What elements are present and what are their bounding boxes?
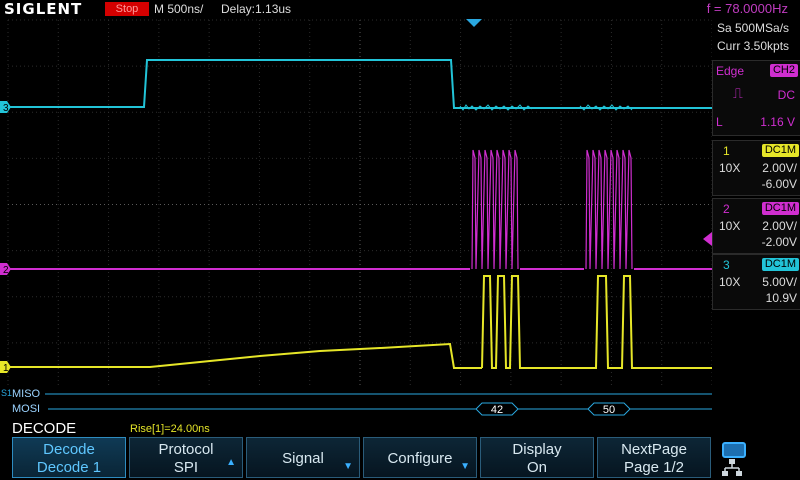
miso-label: MISO: [12, 388, 41, 400]
arrow-down-icon: ▼: [343, 461, 353, 472]
ch3-number: 3: [723, 258, 730, 272]
softkey-line1: NextPage: [621, 441, 687, 458]
ch1-info-box[interactable]: 1 DC1M 10X 2.00V/ -6.00V: [712, 140, 800, 196]
rise-measurement: Rise[1]=24.00ns: [130, 423, 210, 435]
ch1-number: 1: [723, 144, 730, 158]
run-stop-indicator[interactable]: Stop: [105, 2, 149, 16]
trigger-type: Edge: [716, 64, 745, 78]
memory-depth-readout: Curr 3.50kpts: [717, 39, 790, 53]
delay-readout: Delay:1.13us: [221, 2, 292, 16]
trigger-info-box[interactable]: Edge CH2 ⎍ DC L 1.16 V: [712, 60, 800, 136]
ch2-probe: 10X: [719, 219, 741, 233]
ch1-offset: -6.00V: [761, 177, 797, 191]
decode-select-softkey[interactable]: Decode Decode 1: [12, 437, 126, 478]
ch2-coupling-badge: DC1M: [761, 202, 799, 215]
sample-rate-readout: Sa 500MSa/s: [717, 21, 790, 35]
trigger-level-label: L: [716, 115, 723, 129]
ch3-scale: 5.00V/: [762, 275, 797, 289]
ch1-scale: 2.00V/: [762, 161, 797, 175]
softkey-line1: Display: [512, 441, 562, 458]
softkey-line1: Decode: [43, 441, 95, 458]
configure-softkey[interactable]: Configure ▼: [363, 437, 477, 478]
ch3-marker-label: 3: [3, 103, 9, 114]
ch3-offset: 10.9V: [765, 291, 797, 305]
decode-bus-area: S1 MISO MOSI 42 50: [0, 386, 712, 418]
softkey-line2: On: [526, 459, 547, 476]
ch1-coupling-badge: DC1M: [761, 144, 799, 157]
right-info-panel: Sa 500MSa/s Curr 3.50kpts Edge CH2 ⎍ DC …: [712, 18, 800, 418]
ch2-marker-label: 2: [3, 265, 9, 276]
waveform-display[interactable]: 3 2 1: [0, 18, 712, 391]
menu-title: DECODE: [12, 420, 77, 437]
ch2-number: 2: [723, 202, 730, 216]
frequency-readout: f = 78.0000Hz: [706, 1, 788, 16]
ch1-marker-label: 1: [3, 363, 9, 374]
trigger-source-badge: CH2: [769, 64, 798, 77]
mosi-value-1: 42: [491, 404, 503, 416]
rising-edge-icon: ⎍: [733, 85, 743, 101]
arrow-up-icon: ▲: [226, 457, 236, 468]
signal-softkey[interactable]: Signal ▼: [246, 437, 360, 478]
arrow-down-icon: ▼: [460, 461, 470, 472]
ch1-probe: 10X: [719, 161, 741, 175]
trigger-level-value: 1.16 V: [760, 115, 795, 129]
ch3-probe: 10X: [719, 275, 741, 289]
ch2-offset: -2.00V: [761, 235, 797, 249]
ch2-info-box[interactable]: 2 DC1M 10X 2.00V/ -2.00V: [712, 198, 800, 254]
ch3-info-box[interactable]: 3 DC1M 10X 5.00V/ 10.9V: [712, 254, 800, 310]
trigger-coupling: DC: [777, 88, 795, 102]
timebase-readout: M 500ns/: [154, 2, 204, 16]
mosi-label: MOSI: [12, 403, 40, 415]
network-icon[interactable]: [722, 459, 742, 477]
serial-bus-marker: S1: [1, 388, 12, 398]
protocol-softkey[interactable]: Protocol SPI ▲: [129, 437, 243, 478]
toggle-icon[interactable]: [722, 442, 746, 458]
brand-logo: SIGLENT: [4, 0, 83, 18]
display-softkey[interactable]: Display On: [480, 437, 594, 478]
ch3-coupling-badge: DC1M: [761, 258, 799, 271]
softkey-line2: Page 1/2: [623, 459, 685, 476]
mosi-value-2: 50: [603, 404, 615, 416]
ch2-scale: 2.00V/: [762, 219, 797, 233]
softkey-line2: Decode 1: [36, 459, 102, 476]
next-page-softkey[interactable]: NextPage Page 1/2: [597, 437, 711, 478]
